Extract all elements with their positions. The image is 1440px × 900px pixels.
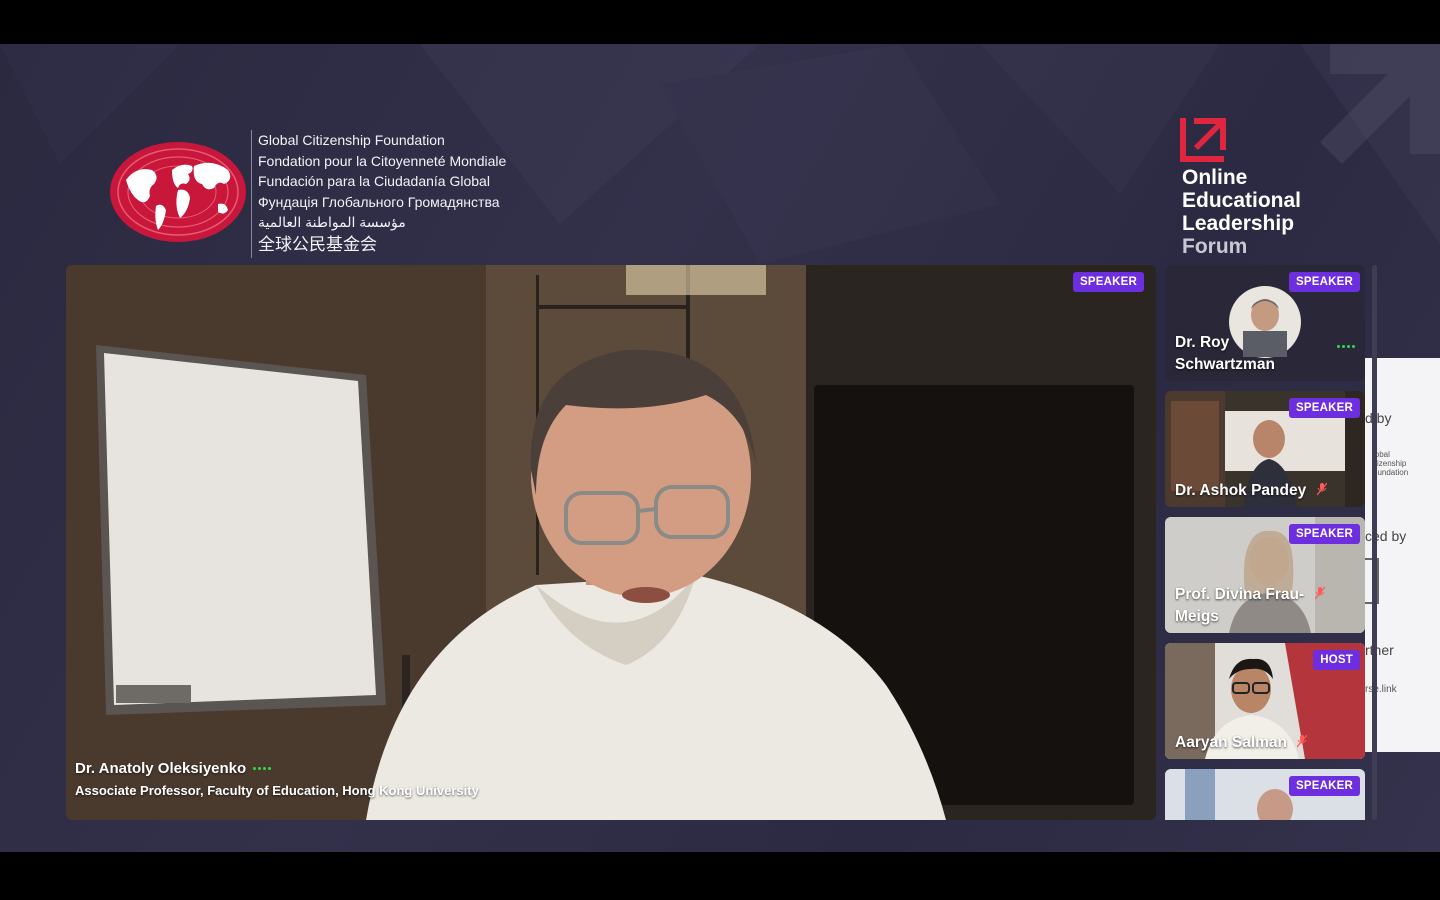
sponsor-logo-line1: lobal (1373, 450, 1390, 459)
sponsor-logo-text: lobal itizenship oundation (1373, 450, 1408, 477)
speaker-name-overlay: Dr. Anatoly Oleksiyenko Associate Profes… (75, 760, 479, 798)
audio-level-icon (253, 767, 272, 770)
participant-badge: SPEAKER (1289, 524, 1360, 544)
participant-name-line1: Aaryan Salman (1175, 734, 1287, 751)
sidebar-scrollbar[interactable] (1372, 265, 1377, 820)
participant-badge: HOST (1313, 650, 1360, 670)
main-speaker-video[interactable]: SPEAKER Dr. Anatoly Oleksiyenko Associat… (66, 265, 1156, 820)
sponsor-logo-line3: oundation (1373, 468, 1409, 477)
forum-title-line2: Educational (1182, 189, 1302, 212)
participant-name: Dr. Roy Schwartzman (1175, 332, 1275, 376)
gcf-divider (251, 130, 252, 258)
sponsor-label-3: rtner (1365, 642, 1394, 658)
participant-name: Aaryan Salman (1175, 732, 1308, 754)
gcf-name-es: Fundación para la Ciudadanía Global (258, 173, 490, 189)
participant-name-line1: Prof. Divina Frau- (1175, 586, 1305, 603)
participant-name: Prof. Divina Frau- Meigs (1175, 584, 1325, 628)
speaker-badge: SPEAKER (1073, 272, 1144, 292)
gcf-name-fr: Fondation pour la Citoyenneté Mondiale (258, 152, 507, 169)
audio-level-icon (1337, 345, 1355, 348)
forum-title-line1: Online (1182, 166, 1248, 189)
gcf-logo-icon (110, 142, 246, 242)
gcf-name-ar: مؤسسة المواطنة العالمية (258, 214, 406, 230)
participant-tile[interactable]: HOST Aaryan Salman (1165, 643, 1365, 759)
sponsor-label-4: rse.link (1365, 684, 1397, 695)
mic-off-icon (1316, 482, 1327, 496)
forum-title-line3: Leadership (1182, 212, 1295, 235)
mic-off-icon (1297, 734, 1308, 748)
mic-off-icon (1314, 586, 1325, 600)
participant-tile[interactable]: SPEAKER Dr. Ashok Pandey (1165, 391, 1365, 507)
sponsor-logo-line2: itizenship (1373, 459, 1407, 468)
participant-sidebar[interactable]: SPEAKER Dr. Roy Schwartzman SPEAKER Dr. … (1165, 265, 1365, 820)
forum-title: Online Educational Leadership Forum (1182, 166, 1301, 258)
participant-name-line1: Dr. Roy (1175, 334, 1230, 351)
gcf-name-en: Global Citizenship Foundation (258, 132, 445, 148)
participant-name-line2: Schwartzman (1175, 356, 1275, 373)
speaker-subtitle: Associate Professor, Faculty of Educatio… (75, 783, 479, 798)
participant-tile[interactable]: SPEAKER Dr. Roy Schwartzman (1165, 265, 1365, 381)
participant-badge: SPEAKER (1289, 272, 1360, 292)
participant-tile[interactable]: SPEAKER (1165, 769, 1365, 820)
participant-badge: SPEAKER (1289, 776, 1360, 796)
forum-title-line4: Forum (1182, 235, 1248, 258)
participant-name: Dr. Ashok Pandey (1175, 480, 1327, 502)
speaker-name: Dr. Anatoly Oleksiyenko (75, 760, 247, 777)
gcf-name-uk: Фундація Глобального Громадянства (258, 193, 500, 210)
participant-name-line2: Meigs (1175, 608, 1219, 625)
gcf-names: Global Citizenship Foundation Fondation … (258, 130, 506, 256)
sponsor-label-1: d by (1365, 410, 1392, 426)
participant-name-line1: Dr. Ashok Pandey (1175, 482, 1307, 499)
participant-badge: SPEAKER (1289, 398, 1360, 418)
background-arrow-icon (1320, 44, 1440, 164)
participant-tile[interactable]: SPEAKER Prof. Divina Frau- Meigs (1165, 517, 1365, 633)
gcf-name-zh: 全球公民基金会 (258, 234, 377, 254)
forum-arrow-icon (1180, 118, 1226, 162)
main-video-scene (66, 265, 1156, 820)
webinar-stage: Global Citizenship Foundation Fondation … (0, 44, 1440, 852)
